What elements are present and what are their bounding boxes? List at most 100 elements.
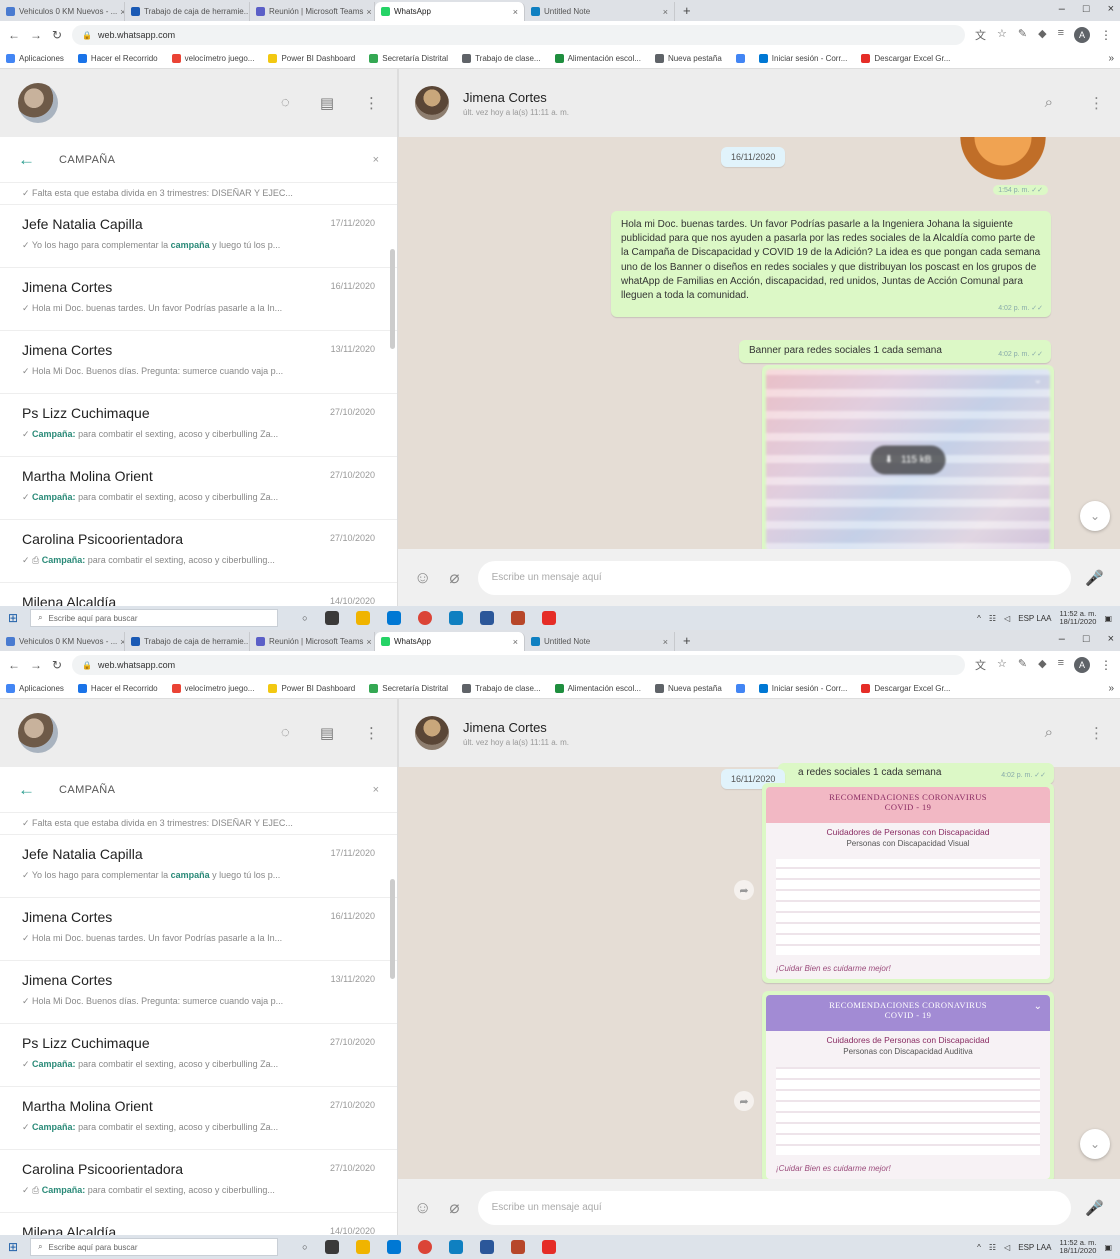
browser-menu-icon[interactable]: ⋮ bbox=[1100, 658, 1112, 672]
browser-tab[interactable]: Trabajo de caja de herramie...× bbox=[125, 2, 250, 21]
clock[interactable]: 11:52 a. m. 18/11/2020 bbox=[1059, 609, 1096, 627]
browser-tab[interactable]: Trabajo de caja de herramie...× bbox=[125, 632, 250, 651]
bookmark-item[interactable]: Alimentación escol... bbox=[554, 684, 641, 693]
tray-language[interactable]: ESP LAA bbox=[1018, 1243, 1051, 1252]
search-icon[interactable]: ⌕ bbox=[1045, 724, 1053, 742]
bookmark-item[interactable]: Descargar Excel Gr... bbox=[861, 684, 950, 693]
chat-list-item[interactable]: Jimena Cortes 16/11/2020 ✓ Hola mi Doc. bu… bbox=[0, 898, 397, 961]
bookmark-item[interactable]: Aplicaciones bbox=[6, 684, 64, 693]
scroll-down-button[interactable]: ⌄ bbox=[1080, 501, 1110, 531]
tray-chevron-icon[interactable]: ^ bbox=[977, 614, 981, 623]
image-message[interactable]: RECOMENDACIONES CORONAVIRUS COVID - 19 Cu… bbox=[762, 783, 1054, 983]
sticker-message[interactable] bbox=[948, 137, 1048, 181]
emoji-icon[interactable]: ☺ bbox=[414, 1198, 431, 1218]
bookmark-item[interactable]: Trabajo de clase... bbox=[462, 684, 541, 693]
clear-search-icon[interactable]: × bbox=[373, 154, 379, 166]
search-query[interactable]: CAMPAÑA bbox=[59, 154, 115, 166]
contact-avatar[interactable] bbox=[415, 716, 449, 750]
browser-tab-active[interactable]: WhatsApp × bbox=[375, 632, 525, 651]
bookmark-item[interactable]: Power BI Dashboard bbox=[268, 684, 355, 693]
profile-avatar[interactable]: A bbox=[1074, 27, 1090, 43]
image-message[interactable]: RECOMENDACIONES CORONAVIRUS COVID - 19 ⌄ … bbox=[762, 991, 1054, 1183]
status-icon[interactable]: ◌ bbox=[281, 724, 290, 742]
bookmark-item[interactable]: Secretaría Distrital bbox=[369, 684, 448, 693]
text-message[interactable]: Hola mi Doc. buenas tardes. Un favor Pod… bbox=[611, 211, 1051, 318]
bookmarks-more-button[interactable]: » bbox=[1108, 683, 1114, 694]
bookmark-item[interactable]: Power BI Dashboard bbox=[268, 54, 355, 63]
close-tab-icon[interactable]: × bbox=[117, 7, 124, 17]
chat-list-item[interactable]: Ps Lizz Cuchimaque 27/10/2020 ✓ Campaña: p… bbox=[0, 1024, 397, 1087]
windows-start-icon[interactable]: ⊞ bbox=[8, 1240, 18, 1254]
chat-list-item[interactable]: Martha Molina Orient 27/10/2020 ✓ Campaña:… bbox=[0, 1087, 397, 1150]
contact-avatar[interactable] bbox=[415, 86, 449, 120]
chat-list-item[interactable]: Milena Alcaldía 14/10/2020 bbox=[0, 1213, 397, 1236]
chrome-icon[interactable] bbox=[417, 1240, 432, 1254]
new-chat-icon[interactable]: ▤ bbox=[320, 94, 334, 112]
forward-icon[interactable]: → bbox=[30, 658, 42, 672]
maximize-button[interactable]: □ bbox=[1083, 633, 1090, 645]
pdf-icon[interactable] bbox=[541, 611, 556, 625]
search-query[interactable]: CAMPAÑA bbox=[59, 784, 115, 796]
windows-start-icon[interactable]: ⊞ bbox=[8, 611, 18, 625]
bookmark-item[interactable]: Alimentación escol... bbox=[554, 54, 641, 63]
browser-tab[interactable]: Untitled Note × bbox=[525, 632, 675, 651]
chat-list-item[interactable]: Ps Lizz Cuchimaque 27/10/2020 ✓ Campaña: p… bbox=[0, 394, 397, 457]
chat-list-item[interactable]: Carolina Psicoorientadora 27/10/2020 ✓ ⎙ C… bbox=[0, 520, 397, 583]
search-bar[interactable]: ← CAMPAÑA × bbox=[0, 767, 397, 813]
star-icon[interactable]: ☆ bbox=[997, 27, 1007, 43]
extension-icon[interactable]: ◆ bbox=[1038, 657, 1046, 673]
bookmark-item[interactable]: Iniciar sesión - Corr... bbox=[758, 54, 847, 63]
chevron-down-icon[interactable]: ⌄ bbox=[1034, 1001, 1042, 1012]
taskbar-app-icon[interactable] bbox=[324, 1240, 339, 1254]
taskbar-app-icon[interactable] bbox=[448, 611, 463, 625]
chat-list-item[interactable]: Jimena Cortes 16/11/2020 ✓ Hola mi Doc. bu… bbox=[0, 268, 397, 331]
pdf-icon[interactable] bbox=[541, 1240, 556, 1254]
chat-menu-icon[interactable]: ⋮ bbox=[1089, 724, 1104, 742]
extension-icon[interactable]: ✎ bbox=[1018, 27, 1027, 43]
bookmark-item[interactable]: velocímetro juego... bbox=[171, 684, 254, 693]
browser-tab[interactable]: Vehiculos 0 KM Nuevos - ...× bbox=[0, 632, 125, 651]
bookmark-item[interactable]: Iniciar sesión - Corr... bbox=[758, 684, 847, 693]
profile-avatar[interactable]: A bbox=[1074, 657, 1090, 673]
bookmark-item[interactable]: Trabajo de clase... bbox=[462, 54, 541, 63]
close-tab-icon[interactable]: × bbox=[363, 7, 371, 17]
sidebar-scrollbar[interactable] bbox=[390, 249, 395, 349]
close-tab-icon[interactable]: × bbox=[510, 7, 518, 17]
microphone-icon[interactable]: 🎤 bbox=[1085, 1199, 1104, 1217]
task-view-icon[interactable]: ○ bbox=[302, 613, 307, 623]
taskbar-search[interactable]: ⌕ Escribe aquí para buscar bbox=[30, 609, 279, 627]
clear-search-icon[interactable]: × bbox=[373, 784, 379, 796]
taskbar-app-icon[interactable] bbox=[324, 611, 339, 625]
caption-message[interactable]: a redes sociales 1 cada semana 4:02 p. m… bbox=[778, 763, 1054, 785]
bookmark-item[interactable]: Secretaría Distrital bbox=[369, 54, 448, 63]
close-window-button[interactable]: × bbox=[1108, 633, 1114, 645]
bookmark-item[interactable] bbox=[735, 684, 745, 693]
microphone-icon[interactable]: 🎤 bbox=[1085, 569, 1104, 587]
new-chat-icon[interactable]: ▤ bbox=[320, 724, 334, 742]
chat-list-item[interactable]: Jimena Cortes 13/11/2020 ✓ Hola Mi Doc. Bu… bbox=[0, 331, 397, 394]
browser-menu-icon[interactable]: ⋮ bbox=[1100, 28, 1112, 42]
chat-list-item[interactable]: Jimena Cortes 13/11/2020 ✓ Hola Mi Doc. Bu… bbox=[0, 961, 397, 1024]
extension-icon[interactable]: ◆ bbox=[1038, 27, 1046, 43]
minimize-button[interactable]: – bbox=[1059, 633, 1065, 645]
maximize-button[interactable]: □ bbox=[1083, 3, 1090, 15]
emoji-icon[interactable]: ☺ bbox=[414, 568, 431, 588]
bookmark-item[interactable]: Nueva pestaña bbox=[654, 684, 722, 693]
scroll-down-button[interactable]: ⌄ bbox=[1080, 1129, 1110, 1159]
attach-icon[interactable]: ⌀ bbox=[449, 1198, 459, 1218]
reading-list-icon[interactable]: ≡ bbox=[1058, 27, 1064, 43]
bookmark-item[interactable]: Descargar Excel Gr... bbox=[861, 54, 950, 63]
word-icon[interactable] bbox=[479, 611, 494, 625]
close-tab-icon[interactable]: × bbox=[363, 637, 371, 647]
attach-icon[interactable]: ⌀ bbox=[449, 568, 459, 588]
close-tab-icon[interactable]: × bbox=[117, 637, 124, 647]
conversation-header[interactable]: Jimena Cortes últ. vez hoy a la(s) 11:11… bbox=[398, 699, 1120, 767]
bookmark-item[interactable] bbox=[735, 54, 745, 63]
bookmark-item[interactable]: Hacer el Recorrido bbox=[77, 684, 158, 693]
taskbar-search[interactable]: ⌕ Escribe aquí para buscar bbox=[30, 1238, 279, 1256]
word-icon[interactable] bbox=[479, 1240, 494, 1254]
extension-icon[interactable]: ✎ bbox=[1018, 657, 1027, 673]
user-avatar[interactable] bbox=[18, 83, 58, 123]
browser-tab[interactable]: Untitled Note × bbox=[525, 2, 675, 21]
bookmark-item[interactable]: Nueva pestaña bbox=[654, 54, 722, 63]
